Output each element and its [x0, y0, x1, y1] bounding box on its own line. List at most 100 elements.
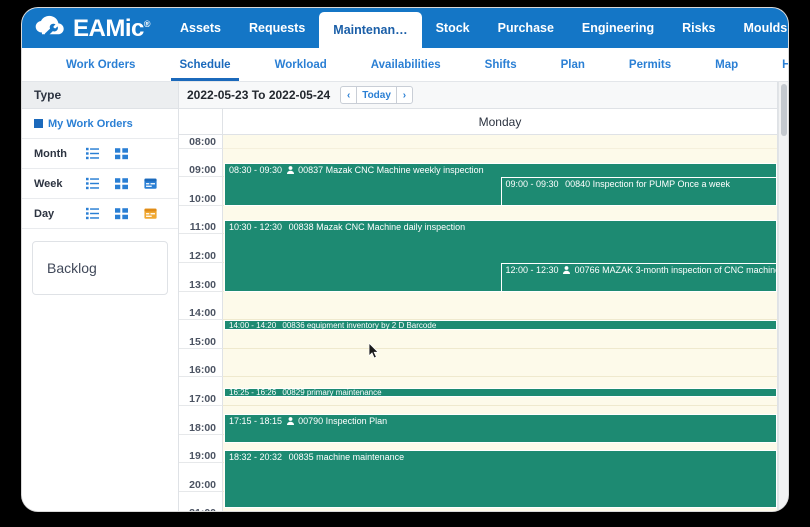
event-time: 10:30 - 12:30: [229, 222, 282, 232]
view-label-month: Month: [34, 148, 86, 160]
nav-item-engineering[interactable]: Engineering: [568, 8, 668, 48]
nav-item-assets[interactable]: Assets: [166, 8, 235, 48]
vertical-scrollbar[interactable]: [778, 82, 788, 511]
brand-name: EAMic®: [73, 17, 150, 41]
hour-label: 13:00: [179, 263, 223, 292]
view-icons-month: [86, 147, 128, 160]
next-button[interactable]: ›: [396, 86, 413, 104]
event-title: 00766 MAZAK 3-month inspection of CNC ma…: [575, 265, 777, 275]
hour-row: 16:00: [179, 349, 777, 378]
calendar-scroll-area[interactable]: 08:00 09:00 10:00 11:00 12:00 13:00 14:0…: [179, 135, 777, 511]
hour-row: 08:00: [179, 135, 777, 149]
hour-label: 18:00: [179, 406, 223, 435]
list-view-icon[interactable]: [86, 147, 99, 160]
event-title: 00790 Inspection Plan: [298, 416, 387, 426]
view-icons-week: [86, 177, 157, 190]
calendar-event[interactable]: 14:00 - 14:20 00836 equipment inventory …: [224, 320, 777, 330]
event-time: 18:32 - 20:32: [229, 452, 282, 462]
tab-work-orders[interactable]: Work Orders: [44, 48, 157, 81]
nav-item-purchase[interactable]: Purchase: [484, 8, 568, 48]
grid-view-icon[interactable]: [115, 177, 128, 190]
hour-label: 17:00: [179, 377, 223, 406]
nav-item-moulds[interactable]: Moulds: [730, 8, 788, 48]
calendar-event[interactable]: 16:25 - 16:26 00829 primary maintenance: [224, 388, 777, 397]
day-column-header: Monday: [223, 109, 777, 134]
calendar-nav-buttons: ‹ Today ›: [340, 86, 413, 104]
tab-availabilities[interactable]: Availabilities: [349, 48, 463, 81]
event-time: 08:30 - 09:30: [229, 165, 282, 175]
calendar-event[interactable]: 17:15 - 18:15 00790 Inspection Plan: [224, 414, 777, 443]
event-time: 12:00 - 12:30: [506, 265, 559, 275]
hour-cell[interactable]: [223, 135, 777, 149]
sidebar-title: Type: [22, 82, 178, 109]
checkbox-icon[interactable]: [34, 119, 43, 128]
user-icon: [287, 166, 294, 177]
hour-label: 09:00: [179, 149, 223, 178]
tab-workload[interactable]: Workload: [253, 48, 349, 81]
backlog-panel[interactable]: Backlog: [32, 241, 168, 295]
brand-logo-area[interactable]: EAMic®: [30, 8, 166, 48]
hour-label: 15:00: [179, 320, 223, 349]
view-icons-day: [86, 207, 157, 220]
hour-label: 21:00: [179, 492, 223, 511]
app-window: EAMic® Assets Requests Maintenan… Stock …: [22, 8, 788, 511]
nav-item-requests[interactable]: Requests: [235, 8, 319, 48]
top-nav-items: Assets Requests Maintenan… Stock Purchas…: [166, 8, 788, 48]
schedule-calendar: 2022-05-23 To 2022-05-24 ‹ Today › Monda…: [179, 82, 778, 511]
today-button[interactable]: Today: [356, 86, 397, 104]
prev-button[interactable]: ‹: [340, 86, 357, 104]
top-navigation-bar: EAMic® Assets Requests Maintenan… Stock …: [22, 8, 788, 48]
hour-label: 19:00: [179, 435, 223, 464]
event-title: 00835 machine maintenance: [289, 452, 405, 462]
list-view-icon[interactable]: [86, 177, 99, 190]
hour-label: 11:00: [179, 206, 223, 235]
backlog-label: Backlog: [47, 260, 97, 276]
hour-label: 08:00: [179, 135, 223, 149]
filter-my-work-orders[interactable]: My Work Orders: [22, 109, 178, 139]
nav-item-maintenance[interactable]: Maintenan…: [319, 12, 421, 48]
calendar-toolbar: 2022-05-23 To 2022-05-24 ‹ Today ›: [179, 82, 777, 109]
view-label-day: Day: [34, 208, 86, 220]
tab-history[interactable]: History: [760, 48, 788, 81]
tab-plan[interactable]: Plan: [539, 48, 607, 81]
calendar-event[interactable]: 09:00 - 09:30 00840 Inspection for PUMP …: [501, 177, 778, 206]
tab-permits[interactable]: Permits: [607, 48, 693, 81]
calendar-event[interactable]: 12:00 - 12:30 00766 MAZAK 3-month inspec…: [501, 263, 778, 292]
hour-cell[interactable]: [223, 292, 777, 321]
hour-label: 14:00: [179, 292, 223, 321]
grid-view-icon[interactable]: [115, 147, 128, 160]
user-icon: [287, 417, 294, 428]
tab-schedule[interactable]: Schedule: [157, 48, 252, 81]
event-title: 00838 Mazak CNC Machine daily inspection: [289, 222, 466, 232]
list-view-icon[interactable]: [86, 207, 99, 220]
hour-label: 12:00: [179, 234, 223, 263]
event-title: 00829 primary maintenance: [282, 388, 381, 397]
calendar-event[interactable]: 18:32 - 20:32 00835 machine maintenance: [224, 450, 777, 508]
hour-label: 16:00: [179, 349, 223, 378]
tab-map[interactable]: Map: [693, 48, 760, 81]
view-row-month: Month: [22, 139, 178, 169]
hour-cell[interactable]: [223, 349, 777, 378]
time-gutter-header: [179, 109, 223, 134]
tab-shifts[interactable]: Shifts: [463, 48, 539, 81]
event-title: 00836 equipment inventory by 2 D Barcode: [282, 321, 436, 330]
calendar-events-layer: 08:30 - 09:30 00837 Mazak CNC Machine we…: [224, 135, 777, 511]
event-time: 16:25 - 16:26: [229, 388, 276, 397]
nav-item-risks[interactable]: Risks: [668, 8, 729, 48]
my-work-orders-label: My Work Orders: [48, 118, 133, 130]
calendar-day-header: Monday: [179, 109, 777, 135]
event-title: 00840 Inspection for PUMP Once a week: [565, 179, 730, 189]
calendar-view-icon[interactable]: [144, 177, 157, 190]
view-row-day: Day: [22, 199, 178, 229]
hour-row: 14:00: [179, 292, 777, 321]
event-time: 14:00 - 14:20: [229, 321, 276, 330]
user-icon: [563, 266, 570, 277]
calendar-view-icon-active[interactable]: [144, 207, 157, 220]
left-sidebar: Type My Work Orders Month: [22, 82, 179, 511]
view-row-week: Week: [22, 169, 178, 199]
scrollbar-thumb[interactable]: [781, 84, 787, 136]
event-title: 00837 Mazak CNC Machine weekly inspectio…: [298, 165, 484, 175]
grid-view-icon[interactable]: [115, 207, 128, 220]
event-time: 09:00 - 09:30: [506, 179, 559, 189]
nav-item-stock[interactable]: Stock: [422, 8, 484, 48]
